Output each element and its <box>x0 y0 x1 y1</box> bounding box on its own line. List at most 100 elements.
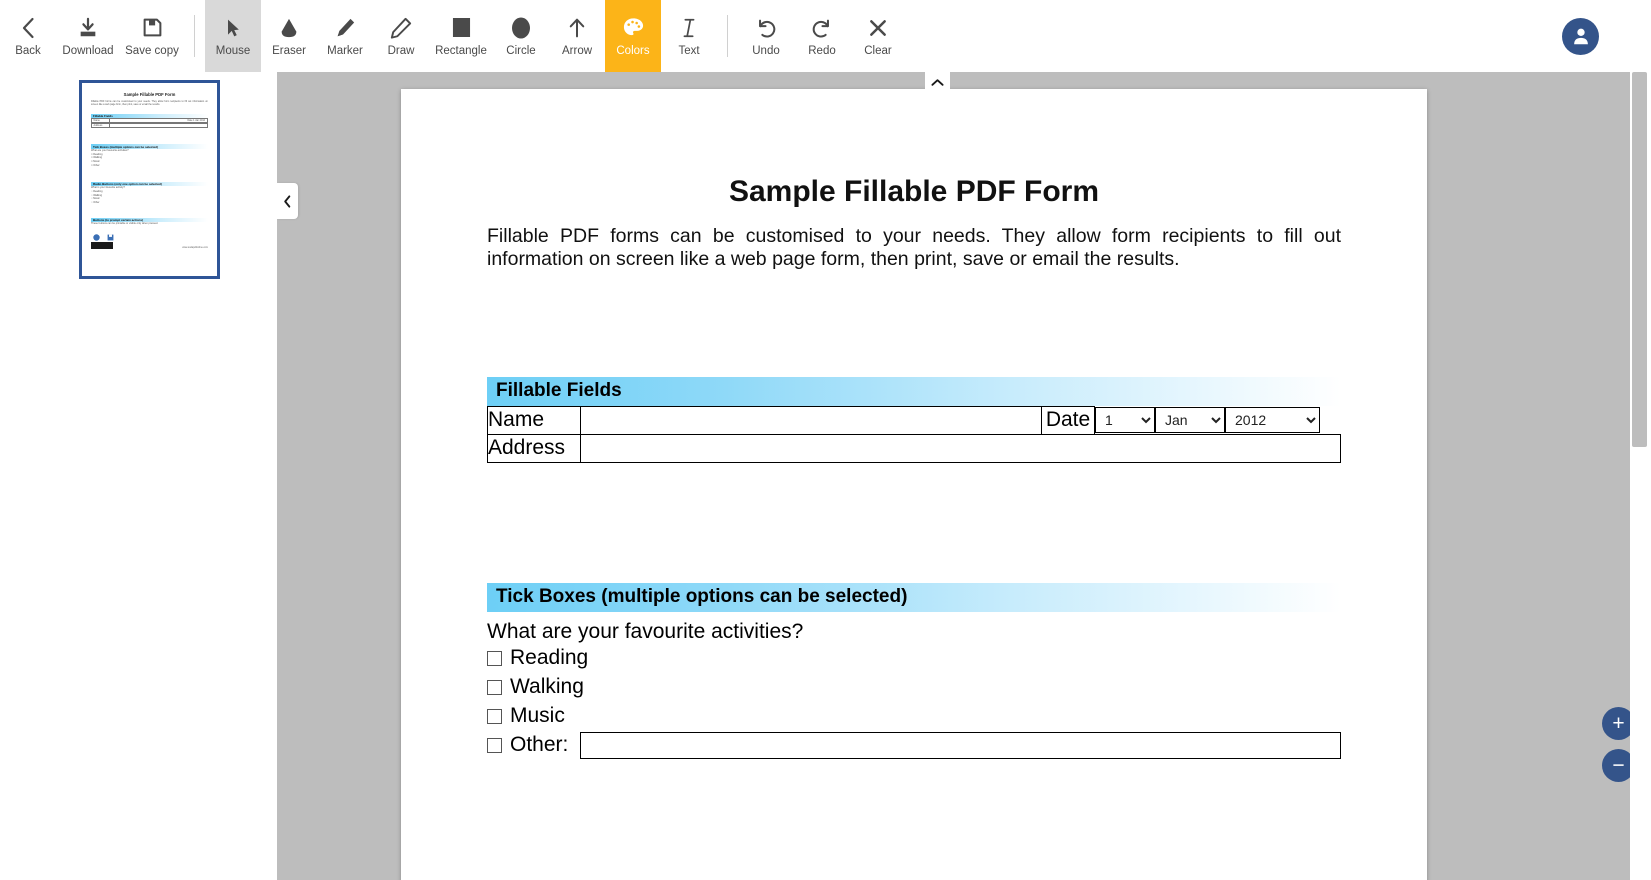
arrow-label: Arrow <box>561 44 593 57</box>
rectangle-tool-button[interactable]: Rectangle <box>429 0 493 72</box>
checkbox-other[interactable] <box>487 737 502 753</box>
page-intro-text: Fillable PDF forms can be customised to … <box>487 225 1341 271</box>
toolbar-group-tools: Mouse Eraser Marker Draw Rectangle Circl… <box>205 0 717 72</box>
account-area <box>1562 0 1651 72</box>
collapse-sidebar-button[interactable] <box>277 183 298 219</box>
marker-icon <box>334 15 356 41</box>
palette-icon <box>622 15 645 41</box>
toolbar-group-file: Back Download Save copy <box>0 0 184 72</box>
thumb-row-name-date: Date 1 Jan 2012 <box>187 119 205 123</box>
date-selects-cell: 12345678910 JanFebMarAprMayJunJulAugSepO… <box>1094 406 1341 435</box>
marker-label: Marker <box>327 44 363 57</box>
thumb-opts2: □ Reading □ Walking □ Music □ Other: <box>91 152 103 167</box>
address-label: Address <box>487 433 581 463</box>
save-icon <box>142 15 163 41</box>
draw-label: Draw <box>387 44 415 57</box>
thumbnail-sidebar: Sample Fillable PDF Form Fillable PDF fo… <box>0 72 277 880</box>
page-thumbnail-1[interactable]: Sample Fillable PDF Form Fillable PDF fo… <box>79 80 220 279</box>
date-label: Date <box>1041 405 1095 435</box>
eraser-tool-button[interactable]: Eraser <box>261 0 317 72</box>
redo-button[interactable]: Redo <box>794 0 850 72</box>
address-input[interactable] <box>581 435 1340 462</box>
thumb-buttons <box>93 228 217 241</box>
toolbar-divider-2 <box>727 15 728 57</box>
undo-label: Undo <box>752 44 780 57</box>
section-header-fillable-fields: Fillable Fields <box>487 376 1341 406</box>
chevron-left-small-icon <box>284 194 291 208</box>
date-day-select[interactable]: 12345678910 <box>1095 407 1155 434</box>
download-icon <box>77 15 99 41</box>
name-input[interactable] <box>581 407 1041 434</box>
collapse-toolbar-button[interactable] <box>925 72 950 93</box>
table-row-address: Address <box>487 433 1341 463</box>
date-year-select[interactable]: 2012201320142015 <box>1225 407 1320 434</box>
pencil-icon <box>390 15 412 41</box>
chevron-left-icon <box>21 15 36 41</box>
chevron-up-icon <box>931 79 944 86</box>
cursor-icon <box>223 15 243 41</box>
thumb-row-name-label: Name <box>92 119 110 123</box>
thumb-q4: These buttons can be printable or visibl… <box>91 222 159 226</box>
checkbox-music-label: Music <box>510 704 565 728</box>
checkbox-row-music: Music <box>487 702 1341 731</box>
eraser-label: Eraser <box>272 44 306 57</box>
save-copy-button[interactable]: Save copy <box>120 0 184 72</box>
undo-icon <box>755 15 777 41</box>
colors-tool-button[interactable]: Colors <box>605 0 661 72</box>
redo-label: Redo <box>808 44 836 57</box>
name-label: Name <box>487 405 581 435</box>
name-field-cell <box>580 405 1042 435</box>
checkbox-reading[interactable] <box>487 650 502 666</box>
vertical-scrollbar[interactable] <box>1630 72 1651 880</box>
circle-icon <box>511 15 531 41</box>
text-tool-button[interactable]: Text <box>661 0 717 72</box>
address-field-cell <box>580 433 1341 463</box>
pdf-canvas-area: Sample Fillable PDF Form Fillable PDF fo… <box>277 72 1651 880</box>
circle-tool-button[interactable]: Circle <box>493 0 549 72</box>
checkbox-row-reading: Reading <box>487 644 1341 673</box>
thumb-print-icon <box>93 228 100 241</box>
eraser-icon <box>278 15 300 41</box>
user-avatar-icon[interactable] <box>1562 17 1599 55</box>
undo-button[interactable]: Undo <box>738 0 794 72</box>
thumb-save-icon <box>107 228 114 241</box>
text-italic-icon <box>680 15 698 41</box>
clear-label: Clear <box>864 44 892 57</box>
thumb-url: www.sodapdfonline.com <box>182 246 208 250</box>
thumb-logo <box>91 242 113 250</box>
clear-button[interactable]: Clear <box>850 0 906 72</box>
other-text-input[interactable] <box>580 731 1341 759</box>
thumb-opts3: ○ Reading ○ Walking ○ Music ○ Other <box>91 189 103 205</box>
page-title: Sample Fillable PDF Form <box>728 175 1100 208</box>
toolbar-group-history: Undo Redo Clear <box>738 0 906 72</box>
checkbox-walking-label: Walking <box>510 675 584 699</box>
thumb-intro: Fillable PDF forms can be customised to … <box>91 100 208 107</box>
workspace: Sample Fillable PDF Form Fillable PDF fo… <box>0 72 1651 880</box>
arrow-tool-button[interactable]: Arrow <box>549 0 605 72</box>
colors-label: Colors <box>616 44 650 57</box>
mouse-tool-button[interactable]: Mouse <box>205 0 261 72</box>
rectangle-label: Rectangle <box>435 44 487 57</box>
thumb-title: Sample Fillable PDF Form <box>123 92 176 97</box>
save-copy-label: Save copy <box>125 44 179 57</box>
draw-tool-button[interactable]: Draw <box>373 0 429 72</box>
redo-icon <box>811 15 833 41</box>
back-button[interactable]: Back <box>0 0 56 72</box>
thumb-footer: www.sodapdfonline.com <box>91 242 208 250</box>
thumb-row-address: Address <box>91 123 208 129</box>
toolbar-divider <box>194 15 195 57</box>
close-x-icon <box>868 15 888 41</box>
rectangle-icon <box>452 15 471 41</box>
tick-boxes-question: What are your favourite activities? <box>487 619 804 643</box>
download-button[interactable]: Download <box>56 0 120 72</box>
scrollbar-thumb[interactable] <box>1632 72 1647 447</box>
back-label: Back <box>15 44 41 57</box>
checkbox-row-walking: Walking <box>487 673 1341 702</box>
checkbox-walking[interactable] <box>487 679 502 695</box>
pdf-page[interactable]: Sample Fillable PDF Form Fillable PDF fo… <box>401 89 1427 880</box>
checkbox-music[interactable] <box>487 708 502 724</box>
date-month-select[interactable]: JanFebMarAprMayJunJulAugSepOctNovDec <box>1155 407 1225 434</box>
table-row-name: Name Date 12345678910 JanFebMarAprMayJun… <box>487 405 1341 435</box>
marker-tool-button[interactable]: Marker <box>317 0 373 72</box>
fillable-fields-table: Name Date 12345678910 JanFebMarAprMayJun… <box>487 405 1341 463</box>
